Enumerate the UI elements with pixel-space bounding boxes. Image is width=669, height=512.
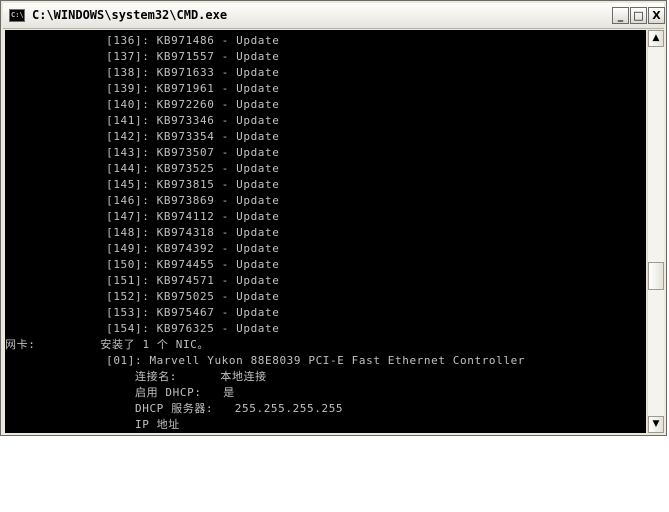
console-line: [149]: KB974392 - Update <box>5 242 280 255</box>
scroll-down-button[interactable]: ▼ <box>648 416 664 433</box>
console-line: [143]: KB973507 - Update <box>5 146 280 159</box>
console-line: [151]: KB974571 - Update <box>5 274 280 287</box>
console-line: [146]: KB973869 - Update <box>5 194 280 207</box>
scroll-up-button[interactable]: ▲ <box>648 30 664 47</box>
console-line: [01]: Marvell Yukon 88E8039 PCI-E Fast E… <box>5 354 526 367</box>
console-line: [145]: KB973815 - Update <box>5 178 280 191</box>
console-line: 启用 DHCP: 是 <box>5 386 235 399</box>
title-bar[interactable]: C:\ C:\WINDOWS\system32\CMD.exe _ □ X <box>3 3 665 29</box>
vertical-scrollbar[interactable]: ▲ ▼ <box>647 30 664 433</box>
console-line: [154]: KB976325 - Update <box>5 322 280 335</box>
console-line: [137]: KB971557 - Update <box>5 50 280 63</box>
cmd-window: C:\ C:\WINDOWS\system32\CMD.exe _ □ X [1… <box>0 0 667 436</box>
window-title: C:\WINDOWS\system32\CMD.exe <box>32 8 228 22</box>
console-line: [141]: KB973346 - Update <box>5 114 280 127</box>
console-line: [153]: KB975467 - Update <box>5 306 280 319</box>
close-button[interactable]: X <box>648 7 665 24</box>
console-line: DHCP 服务器: 255.255.255.255 <box>5 402 344 415</box>
console-line: 网卡: 安装了 1 个 NIC。 <box>5 338 209 351</box>
console-line: [148]: KB974318 - Update <box>5 226 280 239</box>
console-line: 连接名: 本地连接 <box>5 370 267 383</box>
console-line: IP 地址 <box>5 418 180 431</box>
console-output[interactable]: [136]: KB971486 - Update [137]: KB971557… <box>5 30 646 433</box>
console-line: [139]: KB971961 - Update <box>5 82 280 95</box>
console-line: [138]: KB971633 - Update <box>5 66 280 79</box>
minimize-button[interactable]: _ <box>612 7 629 24</box>
console-line: [152]: KB975025 - Update <box>5 290 280 303</box>
console-line: [150]: KB974455 - Update <box>5 258 280 271</box>
cmd-app-icon[interactable]: C:\ <box>9 9 25 22</box>
console-line: [144]: KB973525 - Update <box>5 162 280 175</box>
console-line: [142]: KB973354 - Update <box>5 130 280 143</box>
console-line: [136]: KB971486 - Update <box>5 34 280 47</box>
console-line: [140]: KB972260 - Update <box>5 98 280 111</box>
maximize-button[interactable]: □ <box>630 7 647 24</box>
scroll-thumb[interactable] <box>648 262 664 290</box>
console-line: [147]: KB974112 - Update <box>5 210 280 223</box>
